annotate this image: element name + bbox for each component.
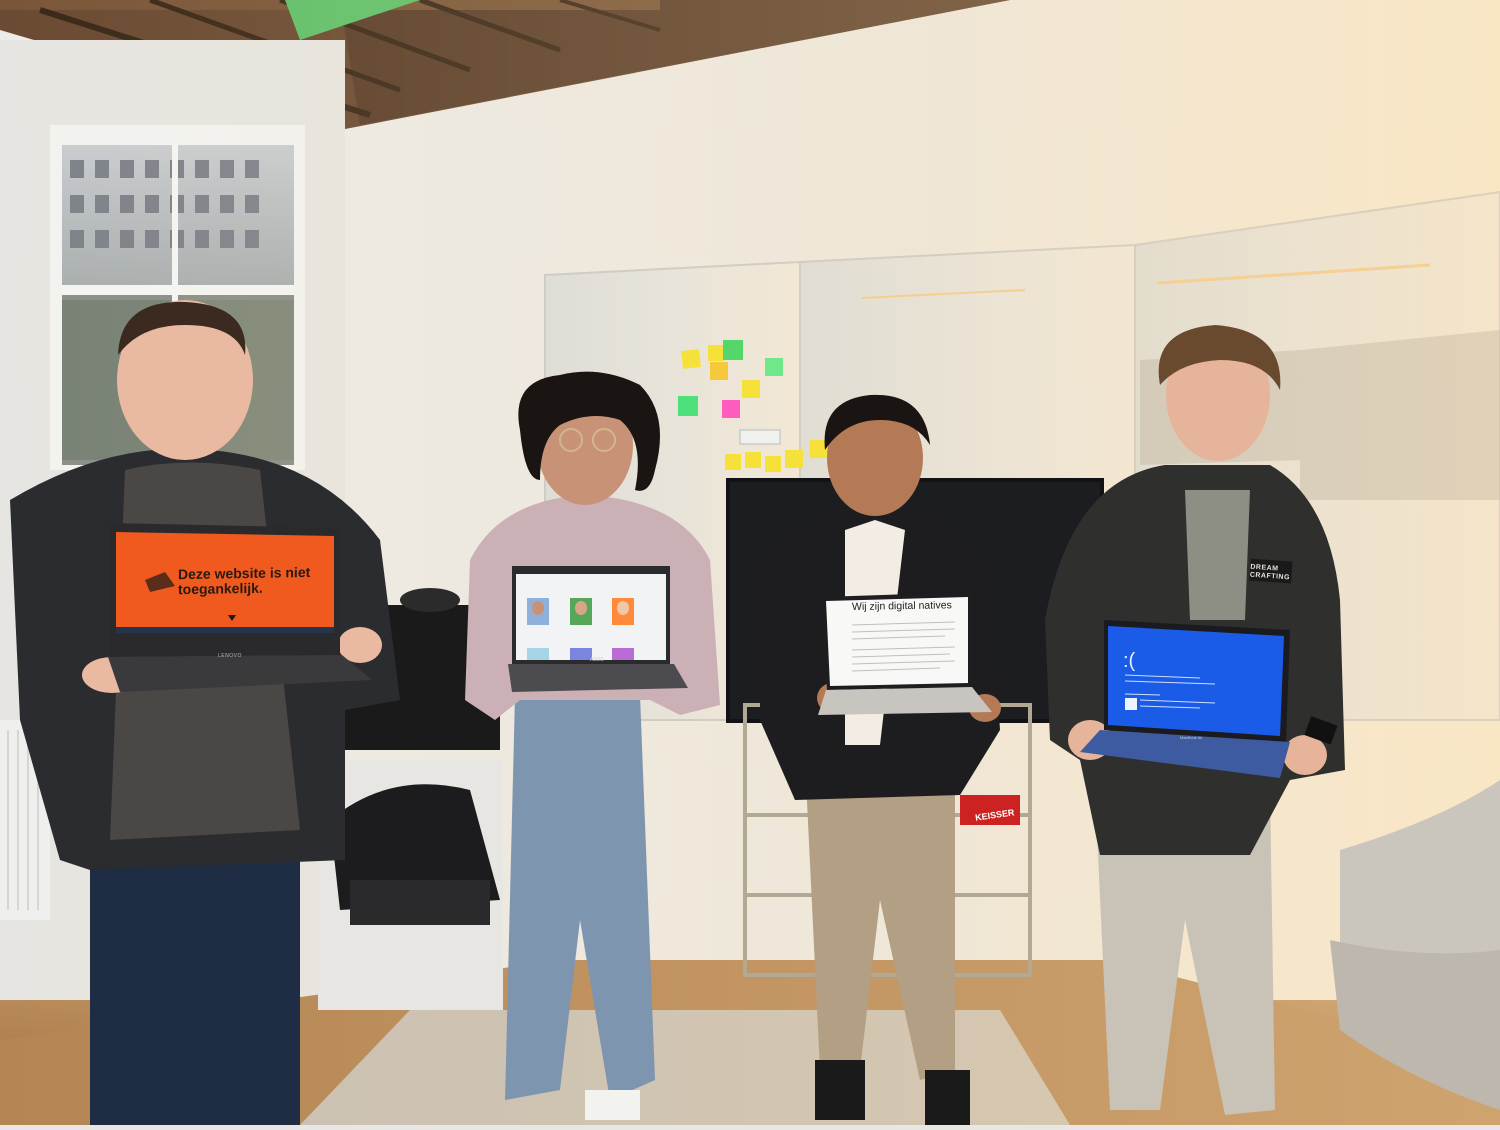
- chair-left: [318, 760, 503, 1010]
- asus-logo: ASUS: [590, 657, 604, 663]
- orange-laptop-headline: Deze website is niet toegankelijk.: [178, 563, 311, 598]
- laptop-orange: [108, 523, 372, 692]
- white-laptop-headline: Wij zijn digital natives: [851, 599, 952, 614]
- photo-illustration: [0, 0, 1500, 1125]
- laptop-asus: [508, 566, 688, 692]
- lenovo-logo: LENOVO: [218, 653, 242, 659]
- macbook-logo: MacBook Air: [1180, 735, 1203, 740]
- blue-screen-sad-face: :(: [1123, 650, 1136, 672]
- photo-scene: Deze website is niet toegankelijk. LENOV…: [0, 0, 1500, 1125]
- laptop-blue: [1080, 620, 1290, 778]
- shirt-logo: DREAM CRAFTING: [1249, 563, 1291, 582]
